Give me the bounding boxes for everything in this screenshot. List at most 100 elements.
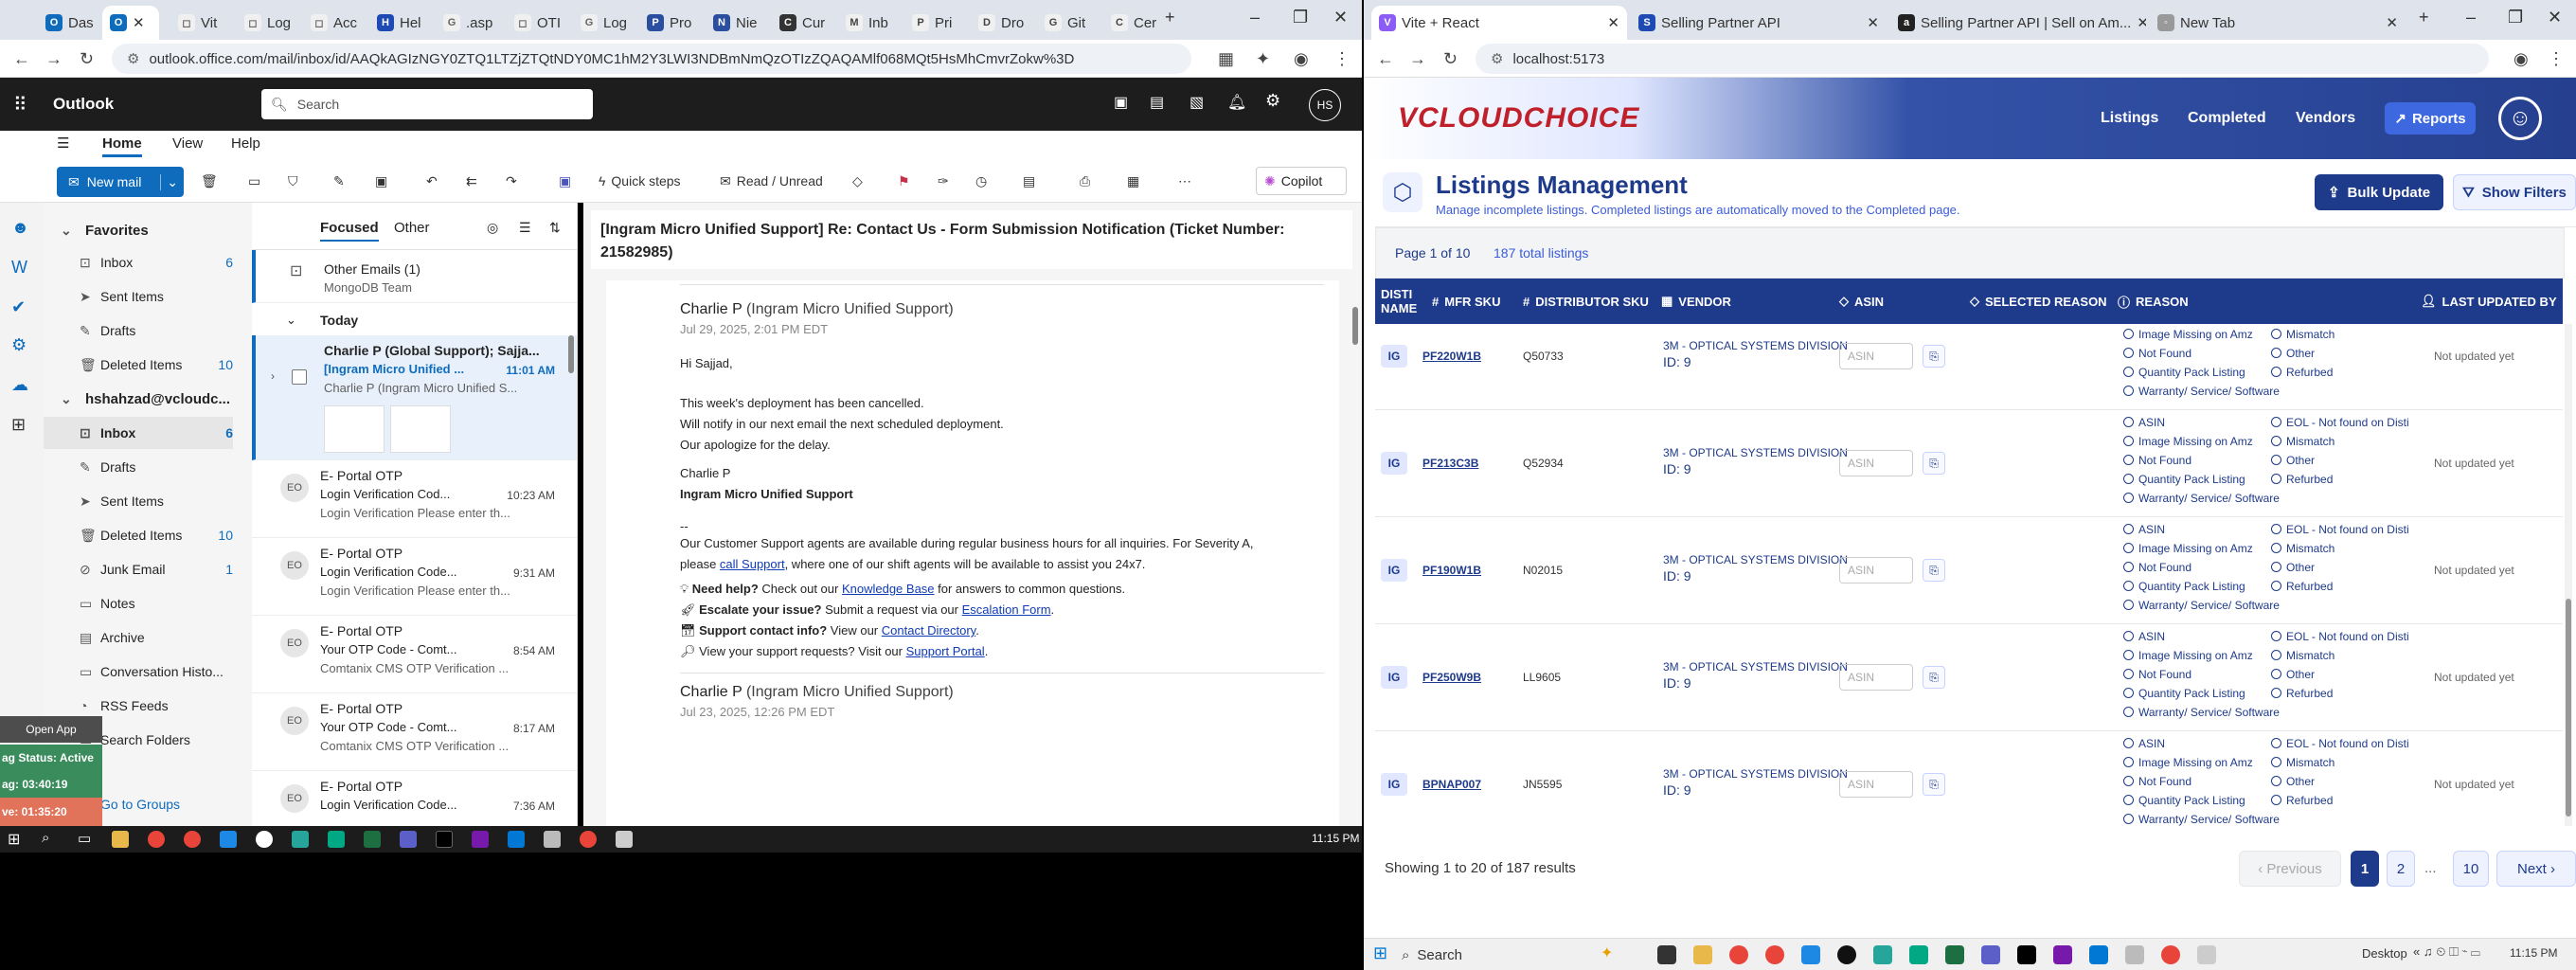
chrome-icon[interactable] bbox=[580, 831, 597, 848]
reason-option[interactable]: Warranty/ Service/ Software bbox=[2123, 813, 2280, 826]
chrome-icon[interactable] bbox=[184, 831, 201, 848]
vendor-name[interactable]: 3M - OPTICAL SYSTEMS DIVISION bbox=[1663, 553, 1848, 566]
close-tab-icon[interactable]: ✕ bbox=[2137, 14, 2146, 31]
todo-icon[interactable]: ✔ bbox=[11, 297, 26, 317]
page-1-button[interactable]: 1 bbox=[2351, 851, 2379, 887]
nav-listings[interactable]: Listings bbox=[2101, 110, 2158, 127]
reason-option[interactable]: Warranty/ Service/ Software bbox=[2123, 706, 2280, 719]
vendor-name[interactable]: 3M - OPTICAL SYSTEMS DIVISION bbox=[1663, 339, 1848, 352]
reason-option[interactable]: Refurbed bbox=[2271, 366, 2333, 379]
new-tab-icon[interactable]: + bbox=[1165, 8, 1175, 27]
menu-icon[interactable]: ⋮ bbox=[2548, 49, 2565, 69]
folder-conversation[interactable]: ▭ Conversation Histo... bbox=[44, 656, 233, 688]
tab-view[interactable]: View bbox=[172, 135, 203, 152]
vendor-name[interactable]: 3M - OPTICAL SYSTEMS DIVISION bbox=[1663, 767, 1848, 781]
tab-12[interactable]: M Inb bbox=[838, 6, 897, 40]
folder-sent[interactable]: ➤ Sent Items bbox=[44, 485, 233, 517]
forward-icon[interactable]: → bbox=[45, 49, 63, 69]
reason-option[interactable]: EOL - Not found on Disti bbox=[2271, 630, 2409, 643]
profile-icon[interactable]: ◉ bbox=[2513, 49, 2529, 69]
knowledge-base-link[interactable]: Knowledge Base bbox=[842, 582, 935, 596]
select-icon[interactable]: ◎ bbox=[487, 220, 498, 236]
tab-home[interactable]: Home bbox=[102, 135, 142, 157]
tab-spapi[interactable]: S Selling Partner API ✕ bbox=[1631, 6, 1887, 40]
reason-option[interactable]: Not Found bbox=[2123, 561, 2191, 574]
tab-9[interactable]: P Pro bbox=[639, 6, 698, 40]
tab-help[interactable]: Help bbox=[231, 135, 260, 152]
vendor-name[interactable]: 3M - OPTICAL SYSTEMS DIVISION bbox=[1663, 446, 1848, 459]
reason-option[interactable]: Image Missing on Amz bbox=[2123, 542, 2253, 555]
reason-option[interactable]: Image Missing on Amz bbox=[2123, 328, 2253, 341]
sender-name[interactable]: Charlie P bbox=[680, 684, 742, 700]
search-box[interactable]: 🔍︎ Search bbox=[261, 89, 593, 119]
table-row[interactable]: IG PF213C3B Q52934 3M - OPTICAL SYSTEMS DIV… bbox=[1375, 410, 2563, 517]
close-window-icon[interactable]: ✕ bbox=[1333, 8, 1348, 27]
restore-icon[interactable]: ❐ bbox=[1293, 8, 1308, 27]
vscode-icon[interactable] bbox=[508, 831, 525, 848]
asin-input[interactable]: ASIN bbox=[1839, 343, 1913, 369]
fav-sent[interactable]: ➤ Sent Items bbox=[44, 280, 233, 313]
tab-11[interactable]: C Cur bbox=[772, 6, 831, 40]
reason-option[interactable]: Other bbox=[2271, 561, 2315, 574]
terminal-icon[interactable] bbox=[436, 831, 453, 848]
list-item[interactable]: EO E- Portal OTP Your OTP Code - Comt... 8:… bbox=[252, 693, 577, 771]
tab-vite[interactable]: V Vite + React ✕ bbox=[1371, 6, 1627, 40]
reason-option[interactable]: Other bbox=[2271, 775, 2315, 788]
reason-option[interactable]: Mismatch bbox=[2271, 328, 2334, 341]
tab-3[interactable]: ◻ Log bbox=[237, 6, 295, 40]
teams-icon[interactable]: ▤ bbox=[1150, 93, 1164, 112]
account-header[interactable]: ⌄ hshahzad@vcloudc... bbox=[44, 383, 233, 415]
reason-option[interactable]: Mismatch bbox=[2271, 435, 2334, 448]
reason-option[interactable]: Mismatch bbox=[2271, 756, 2334, 769]
vscode-icon[interactable] bbox=[2089, 945, 2108, 964]
delete-icon[interactable]: 🗑︎ bbox=[201, 167, 218, 195]
reason-option[interactable]: Warranty/ Service/ Software bbox=[2123, 492, 2280, 505]
col-reason[interactable]: ⓘ REASON bbox=[2118, 278, 2189, 324]
contact-directory-link[interactable]: Contact Directory bbox=[882, 623, 975, 638]
new-tab-icon[interactable]: + bbox=[2419, 8, 2429, 27]
fav-drafts[interactable]: ✎ Drafts bbox=[44, 314, 233, 347]
url-field[interactable]: ⚙ outlook.office.com/mail/inbox/id/AAQkA… bbox=[112, 44, 1191, 74]
scrollbar-thumb[interactable] bbox=[2566, 599, 2571, 817]
apps-icon[interactable]: ⚙ bbox=[11, 335, 27, 355]
app-icon[interactable] bbox=[328, 831, 345, 848]
rules-icon[interactable]: ▤ bbox=[1023, 167, 1035, 195]
chevron-down-icon[interactable]: ⌄ bbox=[160, 173, 184, 190]
tab-outlook-active[interactable]: O ✕ bbox=[102, 6, 159, 40]
reason-option[interactable]: Mismatch bbox=[2271, 649, 2334, 662]
col-disti[interactable]: DISTI NAME bbox=[1381, 278, 1417, 324]
url-field[interactable]: ⚙ localhost:5173 bbox=[1476, 44, 2489, 74]
puzzle-icon[interactable]: ✦ bbox=[1256, 49, 1270, 69]
forward-icon[interactable]: → bbox=[1409, 49, 1426, 69]
reason-option[interactable]: Warranty/ Service/ Software bbox=[2123, 385, 2280, 398]
tab-sellon[interactable]: a Selling Partner API | Sell on Am... ✕ bbox=[1890, 6, 2146, 40]
mfr-sku-link[interactable]: PF213C3B bbox=[1422, 457, 1478, 470]
copilot-icon[interactable]: ✦ bbox=[1601, 943, 1613, 962]
reason-option[interactable]: Other bbox=[2271, 347, 2315, 360]
reason-option[interactable]: Other bbox=[2271, 668, 2315, 681]
search-icon[interactable]: ⌕ bbox=[42, 830, 49, 846]
pin-icon[interactable]: ✑ bbox=[938, 167, 949, 195]
profile-icon[interactable]: ◉ bbox=[1294, 49, 1309, 69]
chrome-icon[interactable] bbox=[1765, 945, 1784, 964]
app-launcher-icon[interactable]: ⠿ bbox=[13, 93, 27, 117]
reply-all-icon[interactable]: ⇇ bbox=[466, 167, 477, 195]
reason-option[interactable]: Quantity Pack Listing bbox=[2123, 366, 2245, 379]
new-mail-button[interactable]: ✉ New mail ⌄ bbox=[57, 167, 184, 197]
reply-icon[interactable]: ↶ bbox=[426, 167, 438, 195]
copilot-button[interactable]: ✺ Copilot bbox=[1256, 167, 1347, 195]
quick-steps-button[interactable]: ϟ Quick steps bbox=[599, 167, 681, 195]
reason-option[interactable]: EOL - Not found on Disti bbox=[2271, 737, 2409, 750]
show-filters-button[interactable]: ⛛ Show Filters bbox=[2453, 174, 2576, 210]
close-tab-icon[interactable]: ✕ bbox=[1607, 14, 1619, 31]
gear-icon[interactable]: ⚙ bbox=[1265, 91, 1280, 111]
app-icon[interactable] bbox=[256, 831, 273, 848]
vendor-name[interactable]: 3M - OPTICAL SYSTEMS DIVISION bbox=[1663, 660, 1848, 674]
previous-button[interactable]: ‹ Previous bbox=[2239, 851, 2341, 887]
col-vendor[interactable]: ▦ VENDOR bbox=[1661, 278, 1731, 324]
app-icon[interactable] bbox=[1801, 945, 1820, 964]
mfr-sku-link[interactable]: PF250W9B bbox=[1422, 671, 1481, 684]
table-row[interactable]: IG PF220W1B Q50733 3M - OPTICAL SYSTEMS DIV… bbox=[1375, 324, 2563, 410]
taskbar-search[interactable]: ⌕ Search bbox=[1402, 943, 1563, 967]
app-icon[interactable] bbox=[1873, 945, 1892, 964]
